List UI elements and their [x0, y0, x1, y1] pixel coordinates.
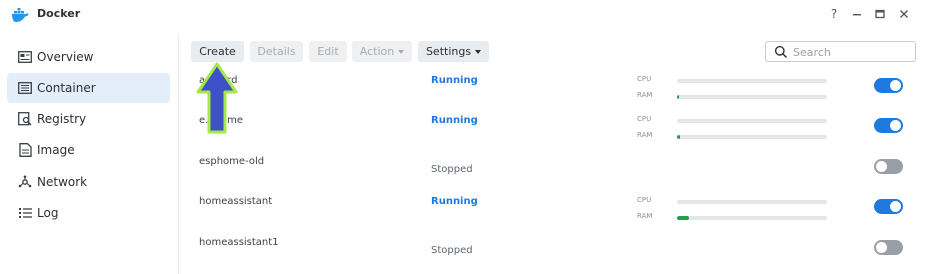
container-row[interactable]: homeassistant1 Stopped: [188, 232, 918, 272]
details-button[interactable]: Details: [250, 41, 303, 62]
container-icon: [17, 80, 33, 96]
cpu-usage-bar: [677, 79, 827, 83]
overview-icon: [17, 49, 33, 65]
ram-usage-bar: [677, 95, 827, 99]
docker-whale-icon: [12, 8, 29, 22]
ram-usage-fill: [677, 135, 680, 139]
sidebar: Overview Container Registry Image Networ…: [0, 30, 180, 274]
cpu-usage-bar: [677, 200, 827, 204]
container-status: Running: [431, 196, 478, 207]
sidebar-item-label: Registry: [37, 112, 87, 126]
title-bar: Docker ?: [0, 0, 925, 30]
edit-button[interactable]: Edit: [309, 41, 347, 62]
cpu-usage-bar: [677, 119, 827, 123]
maximize-button[interactable]: [872, 5, 888, 23]
container-toggle[interactable]: [874, 118, 903, 133]
chevron-down-icon: [475, 49, 482, 54]
container-name: homeassistant: [199, 196, 273, 207]
sidebar-divider: [178, 35, 179, 274]
ram-usage-fill: [677, 216, 689, 220]
sidebar-item-network[interactable]: Network: [7, 167, 170, 197]
cpu-label: CPU: [637, 75, 652, 83]
search-icon: [774, 45, 788, 59]
sidebar-item-label: Overview: [37, 50, 94, 64]
maximize-icon: [875, 9, 885, 19]
ram-label: RAM: [637, 131, 653, 139]
search-input[interactable]: [791, 43, 913, 61]
sidebar-item-image[interactable]: Image: [7, 135, 170, 165]
close-icon: [900, 10, 908, 18]
sidebar-item-container[interactable]: Container: [7, 73, 170, 103]
sidebar-item-overview[interactable]: Overview: [7, 42, 170, 72]
search-box[interactable]: [765, 41, 916, 62]
toggle-knob: [876, 242, 887, 253]
help-button[interactable]: ?: [826, 5, 842, 23]
container-row[interactable]: e...home Running CPU RAM: [188, 110, 918, 150]
toggle-knob: [876, 161, 887, 172]
settings-label: Settings: [425, 45, 472, 58]
ram-label: RAM: [637, 212, 653, 220]
cpu-label: CPU: [637, 196, 652, 204]
sidebar-item-label: Container: [37, 81, 96, 95]
action-button[interactable]: Action: [352, 41, 412, 62]
container-name: esphome-old: [199, 156, 265, 167]
ram-usage-fill: [677, 95, 679, 99]
ram-usage-bar: [677, 216, 827, 220]
toggle-knob: [890, 80, 901, 91]
registry-icon: [17, 111, 33, 127]
container-name: homeassistant1: [199, 237, 279, 248]
action-label: Action: [359, 45, 395, 58]
container-row[interactable]: homeassistant Running CPU RAM: [188, 191, 918, 231]
sidebar-item-registry[interactable]: Registry: [7, 104, 170, 134]
help-icon: ?: [830, 7, 838, 21]
toggle-knob: [890, 120, 901, 131]
minimize-button[interactable]: [849, 5, 865, 23]
toggle-knob: [890, 201, 901, 212]
docker-window: Docker ? Overview Container Registry Ima…: [0, 0, 925, 274]
container-status: Stopped: [431, 245, 473, 256]
chevron-down-icon: [398, 49, 405, 54]
cpu-label: CPU: [637, 115, 652, 123]
create-button[interactable]: Create: [191, 41, 244, 62]
settings-button[interactable]: Settings: [418, 41, 489, 62]
container-status: Running: [431, 75, 478, 86]
sidebar-item-label: Network: [37, 175, 88, 189]
ram-label: RAM: [637, 91, 653, 99]
image-icon: [17, 142, 33, 158]
minimize-icon: [853, 14, 861, 16]
sidebar-item-label: Log: [37, 206, 59, 220]
container-row[interactable]: esphome-old Stopped: [188, 151, 918, 191]
sidebar-item-label: Image: [37, 143, 75, 157]
container-toggle[interactable]: [874, 78, 903, 93]
container-status: Stopped: [431, 164, 473, 175]
sidebar-item-log[interactable]: Log: [7, 198, 170, 228]
container-row[interactable]: ad...ard Running CPU RAM: [188, 70, 918, 110]
container-status: Running: [431, 115, 478, 126]
network-icon: [17, 174, 33, 190]
ram-usage-bar: [677, 135, 827, 139]
app-title: Docker: [37, 7, 81, 20]
log-icon: [17, 205, 33, 221]
annotation-arrow-icon: [196, 62, 238, 134]
container-toggle[interactable]: [874, 199, 903, 214]
container-toggle[interactable]: [874, 159, 903, 174]
close-button[interactable]: [896, 5, 912, 23]
container-toggle[interactable]: [874, 240, 903, 255]
